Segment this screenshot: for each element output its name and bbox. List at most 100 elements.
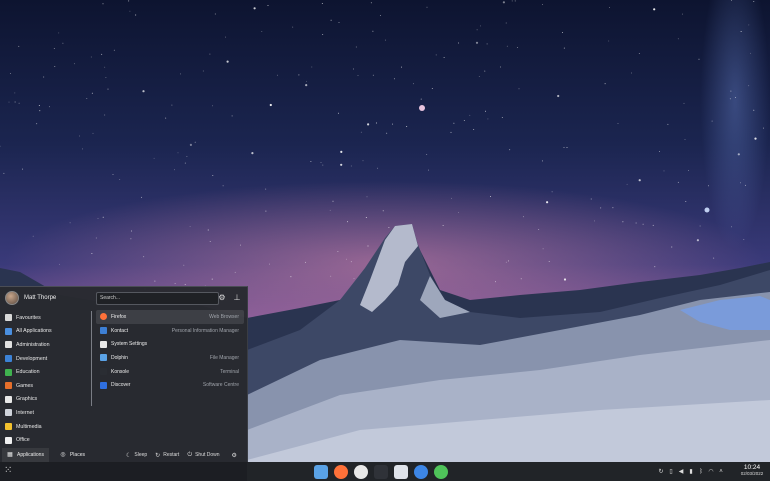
kontact-icon bbox=[100, 327, 107, 335]
multimedia-icon bbox=[5, 423, 12, 431]
category-item[interactable]: Office bbox=[0, 433, 92, 447]
category-label: Favourites bbox=[16, 314, 41, 321]
user-name: Matt Thorpe bbox=[24, 295, 57, 301]
education-icon bbox=[5, 368, 12, 376]
volume-tray-icon[interactable]: ◀ bbox=[678, 468, 684, 475]
application-item[interactable]: Firefox Web Browser bbox=[96, 310, 244, 324]
favourites-icon bbox=[5, 314, 12, 322]
settings-icon[interactable]: ⚙ bbox=[217, 293, 227, 303]
category-item[interactable]: Administration bbox=[0, 338, 92, 352]
administration-icon bbox=[5, 341, 12, 349]
task-manager bbox=[314, 465, 454, 479]
bluetooth-tray-icon[interactable]: ᛒ bbox=[698, 469, 704, 475]
menu-header: Matt Thorpe Search... ⚙ ⊥ bbox=[0, 287, 247, 309]
digital-clock[interactable]: 10:24 02/03/2022 bbox=[736, 464, 768, 477]
category-label: Multimedia bbox=[16, 423, 42, 430]
konsole-icon bbox=[100, 368, 107, 376]
office-icon bbox=[5, 436, 12, 444]
text-editor-icon[interactable] bbox=[394, 465, 408, 479]
category-item[interactable]: Multimedia bbox=[0, 420, 92, 434]
category-label: Internet bbox=[16, 409, 34, 416]
graphics-icon bbox=[5, 395, 12, 403]
user-avatar[interactable] bbox=[5, 291, 19, 305]
clock-date: 02/03/2022 bbox=[740, 471, 764, 476]
app-launcher-grid-icon[interactable]: ⁙ bbox=[4, 466, 14, 476]
updates-tray-icon[interactable]: ↻ bbox=[658, 468, 664, 475]
chrome-icon[interactable] bbox=[354, 465, 368, 479]
firefox-icon[interactable] bbox=[334, 465, 348, 479]
clipboard-tray-icon[interactable]: ▯ bbox=[668, 468, 674, 475]
category-label: Development bbox=[16, 355, 48, 362]
menu-footer: ▦ Applications ◎ Places ☾ Sleep ↻ Restar… bbox=[0, 447, 247, 463]
application-name: Kontact bbox=[111, 327, 128, 334]
system-tray: ↻ ▯ ◀ ▮ ᛒ ◠ ˄ bbox=[658, 466, 728, 477]
restart-icon: ↻ bbox=[155, 452, 161, 459]
category-label: Office bbox=[16, 437, 30, 444]
browser-icon[interactable] bbox=[414, 465, 428, 479]
category-label: All Applications bbox=[16, 328, 52, 335]
expand-tray-icon[interactable]: ˄ bbox=[718, 469, 724, 475]
category-list: Favourites All Applications Administration… bbox=[0, 311, 92, 445]
sleep-moon-icon: ☾ bbox=[125, 452, 132, 459]
software-updates-icon[interactable] bbox=[434, 465, 448, 479]
application-description: Personal Information Manager bbox=[171, 327, 239, 334]
category-label: Games bbox=[16, 382, 34, 389]
applications-grid-icon: ▦ bbox=[7, 452, 13, 458]
terminal-icon[interactable] bbox=[374, 465, 388, 479]
category-item[interactable]: Internet bbox=[0, 406, 92, 420]
search-input[interactable]: Search... bbox=[96, 292, 219, 305]
application-item[interactable]: Discover Software Centre bbox=[96, 378, 244, 392]
application-name: System Settings bbox=[111, 341, 148, 348]
application-name: Discover bbox=[111, 382, 131, 389]
application-menu: Matt Thorpe Search... ⚙ ⊥ Favourites All … bbox=[0, 286, 248, 463]
category-item[interactable]: Graphics bbox=[0, 393, 92, 407]
category-item[interactable]: Games bbox=[0, 379, 92, 393]
leave-menu-icon: ⚙ bbox=[231, 452, 237, 459]
application-name: Konsole bbox=[111, 368, 130, 375]
category-label: Graphics bbox=[16, 396, 38, 403]
discover-icon bbox=[100, 381, 107, 389]
tab-places-label: Places bbox=[69, 452, 85, 458]
application-description: File Manager bbox=[209, 354, 239, 361]
battery-tray-icon[interactable]: ▮ bbox=[688, 468, 694, 475]
firefox-icon bbox=[100, 313, 107, 321]
restart-button[interactable]: ↻ Restart bbox=[155, 452, 179, 459]
dolphin-icon bbox=[100, 354, 107, 362]
games-icon bbox=[5, 382, 12, 390]
application-item[interactable]: Kontact Personal Information Manager bbox=[96, 324, 244, 338]
application-description: Web Browser bbox=[209, 313, 239, 320]
tab-places[interactable]: ◎ Places bbox=[55, 448, 90, 462]
wifi-tray-icon[interactable]: ◠ bbox=[708, 468, 714, 475]
power-icon: ⏻ bbox=[187, 451, 193, 458]
category-item[interactable]: All Applications bbox=[0, 325, 92, 339]
places-compass-icon: ◎ bbox=[60, 452, 66, 458]
application-name: Firefox bbox=[111, 313, 127, 320]
application-description: Terminal bbox=[220, 368, 239, 375]
application-description: Software Centre bbox=[202, 382, 239, 389]
shutdown-button[interactable]: ⏻ Shut Down bbox=[187, 452, 219, 459]
taskbar: ⁙ ↻ ▯ ◀ ▮ ᛒ ◠ ˄ 10:24 02/03/2022 bbox=[0, 462, 770, 481]
category-item[interactable]: Development bbox=[0, 352, 92, 366]
application-item[interactable]: Dolphin File Manager bbox=[96, 351, 244, 365]
sleep-label: Sleep bbox=[134, 452, 148, 458]
category-item[interactable]: Favourites bbox=[0, 311, 92, 325]
clock-time: 10:24 bbox=[743, 464, 761, 471]
shutdown-label: Shut Down bbox=[195, 452, 220, 458]
leave-menu-button[interactable]: ⚙ bbox=[232, 452, 240, 459]
application-item[interactable]: Konsole Terminal bbox=[96, 365, 244, 379]
tab-applications-label: Applications bbox=[17, 452, 44, 458]
category-item[interactable]: Education bbox=[0, 365, 92, 379]
category-label: Administration bbox=[16, 341, 50, 348]
internet-icon bbox=[5, 409, 12, 417]
application-name: Dolphin bbox=[111, 354, 128, 361]
tab-applications[interactable]: ▦ Applications bbox=[2, 448, 49, 462]
restart-label: Restart bbox=[163, 452, 180, 458]
file-manager-icon[interactable] bbox=[314, 465, 328, 479]
application-item[interactable]: System Settings bbox=[96, 337, 244, 351]
pin-icon[interactable]: ⊥ bbox=[232, 293, 242, 303]
category-label: Education bbox=[16, 369, 40, 376]
sleep-button[interactable]: ☾ Sleep bbox=[126, 452, 147, 459]
category-scrollbar[interactable] bbox=[91, 311, 92, 406]
all-apps-icon bbox=[5, 327, 12, 335]
development-icon bbox=[5, 355, 12, 363]
